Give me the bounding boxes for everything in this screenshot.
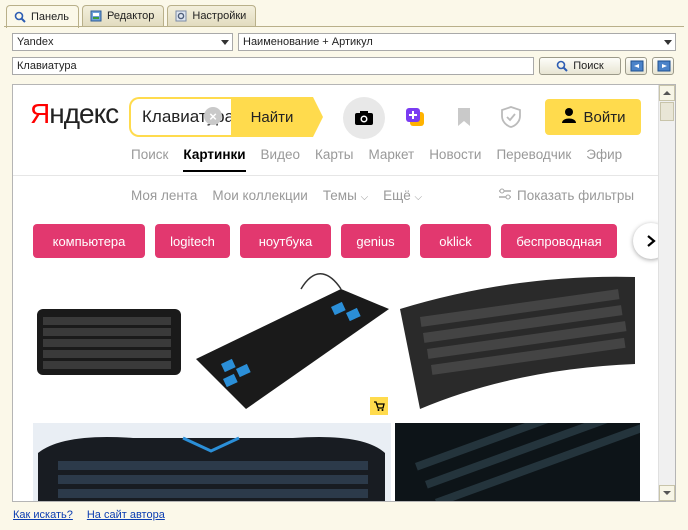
tab-panel[interactable]: Панель (6, 5, 80, 28)
cart-icon[interactable] (370, 397, 388, 415)
chip[interactable]: беспроводная (501, 224, 617, 258)
nav-item-maps[interactable]: Карты (315, 147, 353, 162)
image-result[interactable] (395, 423, 640, 501)
nav-item-efir[interactable]: Эфир (586, 147, 622, 162)
back-button[interactable] (625, 57, 647, 75)
scroll-up-icon[interactable] (659, 85, 675, 101)
show-filters[interactable]: Показать фильтры (498, 188, 634, 203)
images-subnav: Моя лента Мои коллекции Темы ⌵ Ещё ⌵ (131, 188, 422, 203)
arrow-right-icon (657, 60, 671, 72)
find-button-arrow (313, 97, 323, 137)
chip[interactable]: ноутбука (240, 224, 331, 258)
tab-label: Настройки (192, 10, 247, 22)
browser-view[interactable]: Яндекс Клавиатура × Найти Войти Поиск Ка… (12, 84, 676, 502)
chevron-down-icon: ⌵ (360, 192, 369, 203)
login-label: Войти (583, 108, 626, 126)
nav-item-search[interactable]: Поиск (131, 147, 168, 162)
filter-icon (498, 188, 512, 203)
nav-item-market[interactable]: Маркет (368, 147, 414, 162)
subnav-more[interactable]: Ещё ⌵ (383, 188, 422, 203)
mode-select-value: Наименование + Артикул (243, 36, 373, 48)
show-filters-label: Показать фильтры (517, 188, 635, 203)
chevron-down-icon[interactable] (218, 34, 232, 50)
subnav-themes[interactable]: Темы ⌵ (323, 188, 368, 203)
chip[interactable]: genius (341, 224, 410, 258)
add-collection-icon[interactable] (404, 106, 426, 128)
how-to-search-link[interactable]: Как искать? (13, 509, 73, 521)
find-button-label: Найти (250, 108, 294, 126)
nav-divider (13, 175, 658, 176)
author-site-link[interactable]: На сайт автора (87, 509, 165, 521)
find-button[interactable]: Найти (231, 97, 313, 137)
camera-icon[interactable] (343, 97, 385, 139)
engine-select[interactable]: Yandex (12, 33, 233, 51)
chip[interactable]: компьютера (33, 224, 145, 258)
tab-editor[interactable]: Редактор (82, 5, 165, 26)
nav-item-translate[interactable]: Переводчик (496, 147, 571, 162)
query-input[interactable]: Клавиатура (12, 57, 534, 75)
footer-links: Как искать? На сайт автора (13, 509, 165, 521)
chip[interactable]: logitech (155, 224, 230, 258)
engine-select-value: Yandex (17, 36, 54, 48)
settings-icon (175, 10, 187, 22)
forward-button[interactable] (652, 57, 674, 75)
search-button-label: Поиск (573, 60, 604, 72)
logo-rest: ндекс (49, 98, 119, 129)
search-icon (556, 60, 568, 72)
search-icon (14, 11, 26, 23)
login-button[interactable]: Войти (545, 99, 641, 135)
suggest-chips: компьютера logitech ноутбука genius okli… (33, 224, 617, 258)
nav-item-news[interactable]: Новости (429, 147, 481, 162)
logo-first-letter: Я (30, 98, 50, 129)
query-input-value: Клавиатура (17, 60, 77, 72)
mode-select[interactable]: Наименование + Артикул (238, 33, 676, 51)
subnav-more-label: Ещё (383, 188, 411, 203)
tab-settings[interactable]: Настройки (167, 5, 257, 26)
browser-scrollbar[interactable] (658, 85, 675, 501)
subnav-themes-label: Темы (322, 188, 357, 203)
nav-item-video[interactable]: Видео (261, 147, 300, 162)
chevron-down-icon[interactable] (661, 34, 675, 50)
service-nav: Поиск Картинки Видео Карты Маркет Новост… (131, 147, 622, 172)
image-result[interactable] (33, 275, 188, 415)
arrow-left-icon (630, 60, 644, 72)
user-icon (561, 107, 577, 127)
nav-item-images[interactable]: Картинки (183, 147, 246, 172)
chevron-down-icon: ⌵ (414, 192, 423, 203)
tab-bar: Панель Редактор Настройки (6, 5, 257, 28)
scroll-thumb[interactable] (660, 102, 674, 121)
editor-icon (90, 10, 102, 22)
bookmark-icon[interactable] (453, 106, 475, 128)
shield-icon[interactable] (500, 106, 522, 128)
subnav-feed[interactable]: Моя лента (131, 188, 197, 203)
tab-divider (4, 26, 684, 27)
subnav-collections[interactable]: Мои коллекции (212, 188, 307, 203)
image-result[interactable] (395, 269, 640, 415)
tab-label: Панель (31, 11, 70, 23)
image-result[interactable] (191, 269, 391, 415)
search-button[interactable]: Поиск (539, 57, 621, 75)
tab-label: Редактор (107, 10, 155, 22)
image-result[interactable] (33, 423, 391, 501)
clear-icon[interactable]: × (204, 107, 222, 125)
chip[interactable]: oklick (420, 224, 491, 258)
scroll-down-icon[interactable] (659, 485, 675, 501)
yandex-logo[interactable]: Яндекс (30, 98, 119, 130)
